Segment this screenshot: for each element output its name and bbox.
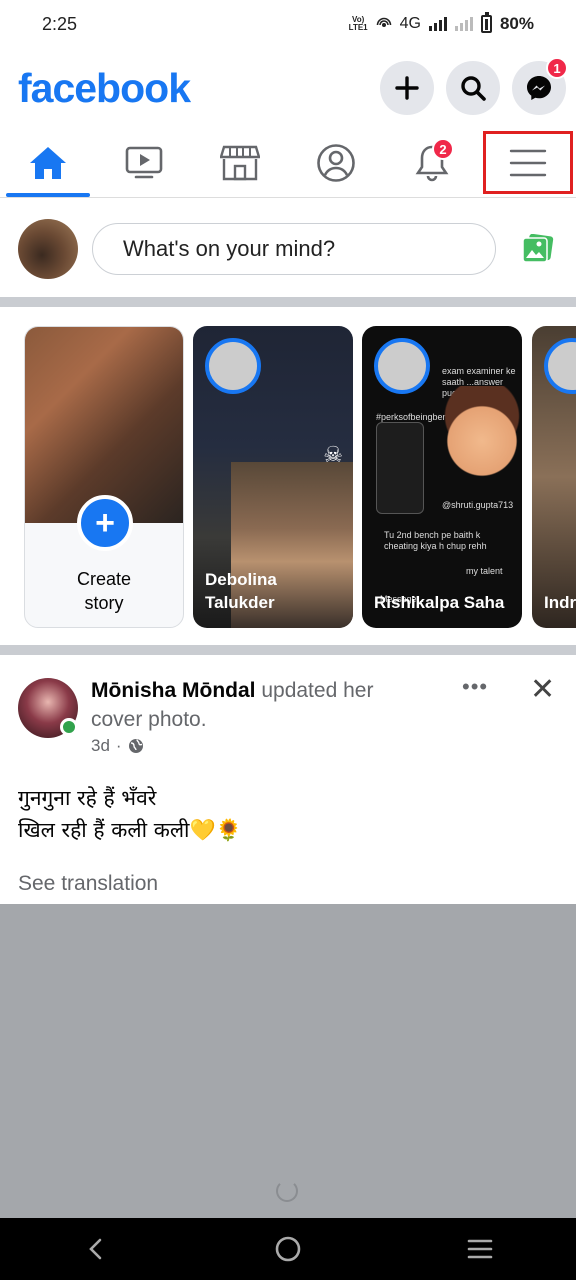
tab-profile[interactable] bbox=[288, 128, 384, 197]
story-chat-screenshot bbox=[376, 422, 424, 514]
notifications-badge: 2 bbox=[432, 138, 454, 160]
story-avatar-sticker bbox=[442, 386, 522, 486]
plus-icon bbox=[395, 76, 419, 100]
hotspot-icon bbox=[376, 14, 392, 35]
story-avatar-ring bbox=[544, 338, 576, 394]
tab-marketplace[interactable] bbox=[192, 128, 288, 197]
messenger-badge: 1 bbox=[546, 57, 568, 79]
volte-indicator: Vo) LTE1 bbox=[348, 15, 368, 32]
status-bar: 2:25 Vo) LTE1 4G 80% bbox=[0, 0, 576, 48]
add-story-plus-icon[interactable]: + bbox=[77, 495, 133, 551]
section-divider bbox=[0, 297, 576, 307]
story-card-indr[interactable]: Indr bbox=[532, 326, 576, 628]
back-button[interactable] bbox=[66, 1219, 126, 1279]
recents-icon bbox=[467, 1239, 493, 1259]
story-chat-text: Tu 2nd bench pe baith k cheating kiya h … bbox=[384, 530, 487, 551]
post-more-options-button[interactable]: ••• bbox=[462, 674, 488, 700]
facebook-logo: facebook bbox=[18, 64, 191, 111]
video-icon bbox=[125, 146, 163, 178]
story-avatar-ring bbox=[205, 338, 261, 394]
create-story-card[interactable]: + Create story bbox=[24, 326, 184, 628]
search-icon bbox=[461, 76, 486, 101]
story-author-name: Rishikalpa Saha bbox=[374, 593, 505, 612]
status-time: 2:25 bbox=[42, 13, 78, 34]
photo-icon bbox=[522, 234, 554, 263]
story-handle-text: @shruti.gupta713 bbox=[442, 500, 514, 510]
battery-icon bbox=[480, 12, 492, 33]
stories-tray: + Create story ☠ Debolina Talukder exam … bbox=[0, 308, 576, 644]
recents-button[interactable] bbox=[450, 1219, 510, 1279]
status-indicators: Vo) LTE1 4G 80% bbox=[348, 12, 534, 35]
feed-post: Mōnisha Mōndal updated her cover photo. … bbox=[0, 660, 576, 904]
section-divider bbox=[0, 645, 576, 655]
create-story-photo bbox=[25, 327, 183, 523]
story-avatar-ring bbox=[374, 338, 430, 394]
tab-menu[interactable] bbox=[480, 128, 576, 197]
post-header: Mōnisha Mōndal updated her cover photo. bbox=[91, 676, 421, 734]
story-card-debolina[interactable]: ☠ Debolina Talukder bbox=[193, 326, 353, 628]
user-avatar[interactable] bbox=[18, 219, 78, 279]
home-circle-icon bbox=[275, 1236, 301, 1262]
photo-button[interactable] bbox=[518, 229, 558, 269]
see-translation-link[interactable]: See translation bbox=[18, 872, 158, 896]
messenger-button[interactable]: 1 bbox=[512, 57, 568, 115]
post-body: गुनगुना रहे हैं भँवरे खिल रही हैं कली कल… bbox=[18, 786, 242, 842]
signal-strength-icon bbox=[428, 17, 447, 31]
meta-separator: · bbox=[115, 736, 122, 755]
whats-on-your-mind-input[interactable]: What's on your mind? bbox=[92, 223, 496, 275]
home-icon bbox=[30, 146, 66, 179]
create-button[interactable] bbox=[380, 61, 434, 115]
shop-icon bbox=[220, 145, 260, 180]
post-composer: What's on your mind? bbox=[0, 206, 576, 292]
post-close-button[interactable]: ✕ bbox=[530, 672, 555, 707]
profile-icon bbox=[317, 143, 355, 182]
story-reply-text: my talent bbox=[466, 566, 503, 576]
globe-icon bbox=[128, 739, 143, 753]
home-button[interactable] bbox=[258, 1219, 318, 1279]
messenger-icon bbox=[527, 76, 551, 100]
system-navigation-bar bbox=[0, 1218, 576, 1280]
battery-percent: 80% bbox=[499, 14, 534, 33]
post-author-name[interactable]: Mōnisha Mōndal bbox=[91, 679, 256, 702]
online-status-dot bbox=[60, 718, 78, 736]
loading-spinner-icon bbox=[276, 1180, 298, 1202]
tab-bar: 2 bbox=[0, 128, 576, 198]
skull-sticker-icon: ☠ bbox=[323, 442, 343, 467]
back-chevron-icon bbox=[89, 1238, 102, 1260]
hamburger-menu-icon bbox=[509, 149, 547, 176]
post-media-loading[interactable] bbox=[0, 904, 576, 1218]
header-actions: 1 bbox=[380, 57, 568, 115]
create-story-label: Create story bbox=[76, 569, 132, 613]
story-card-rishikalpa[interactable]: exam examiner ke saath ...answer pucha #… bbox=[362, 326, 522, 628]
tab-home[interactable] bbox=[0, 128, 96, 197]
network-type: 4G bbox=[399, 15, 421, 32]
search-button[interactable] bbox=[446, 61, 500, 115]
story-author-name: Debolina Talukder bbox=[205, 570, 277, 612]
post-meta: 3d · bbox=[91, 736, 144, 756]
post-time[interactable]: 3d bbox=[91, 736, 110, 756]
tab-watch[interactable] bbox=[96, 128, 192, 197]
app-header: facebook 1 bbox=[0, 56, 576, 120]
tab-notifications[interactable]: 2 bbox=[384, 128, 480, 197]
signal-secondary-icon bbox=[454, 17, 473, 31]
story-author-name: Indr bbox=[544, 593, 576, 612]
